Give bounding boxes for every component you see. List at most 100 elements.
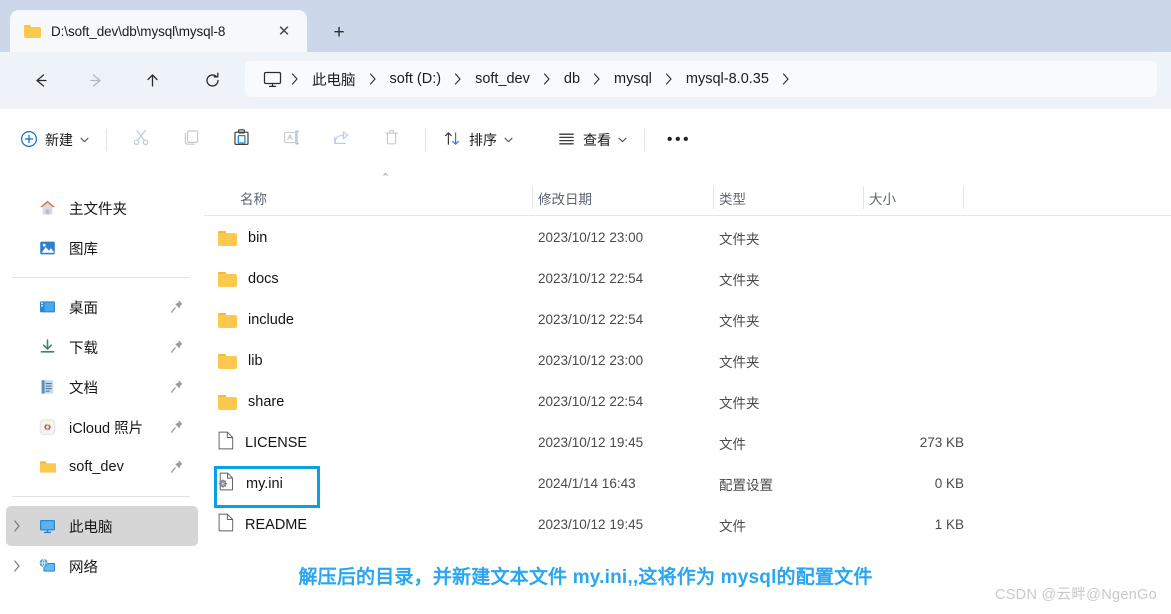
sidebar-item-label: 图库 bbox=[69, 241, 98, 258]
file-date: 2023/10/12 19:45 bbox=[538, 435, 644, 450]
breadcrumb-separator bbox=[445, 73, 471, 85]
sort-button-label: 排序 bbox=[469, 132, 497, 148]
column-divider[interactable] bbox=[863, 186, 864, 209]
command-bar: 新建 排序 查看 ••• bbox=[0, 109, 1171, 171]
new-button-label: 新建 bbox=[45, 132, 73, 148]
address-bar[interactable]: 此电脑 soft (D:) soft_dev db mysql mysql-8.… bbox=[245, 61, 1157, 97]
column-header-size[interactable]: 大小 bbox=[869, 188, 896, 208]
breadcrumb-separator bbox=[584, 73, 610, 85]
table-row[interactable]: my.ini 2024/1/14 16:43 配置设置 0 KB bbox=[204, 463, 1171, 504]
breadcrumb-item-mysql-8035[interactable]: mysql-8.0.35 bbox=[682, 71, 773, 87]
sidebar-item-desktop[interactable]: 桌面 bbox=[6, 287, 198, 327]
cut-button[interactable] bbox=[123, 122, 159, 158]
chevron-right-icon[interactable] bbox=[6, 520, 28, 532]
breadcrumb-item-mysql[interactable]: mysql bbox=[610, 71, 656, 87]
breadcrumb-separator bbox=[534, 73, 560, 85]
pin-icon[interactable] bbox=[170, 419, 184, 439]
table-row[interactable]: lib 2023/10/12 23:00 文件夹 bbox=[204, 340, 1171, 381]
file-date: 2023/10/12 22:54 bbox=[538, 271, 644, 286]
table-row[interactable]: bin 2023/10/12 23:00 文件夹 bbox=[204, 217, 1171, 258]
sort-button[interactable]: 排序 bbox=[435, 122, 521, 158]
sidebar-item-label: soft_dev bbox=[69, 459, 124, 475]
annotation-highlight-box bbox=[214, 466, 320, 508]
pin-icon[interactable] bbox=[170, 299, 184, 319]
forward-button[interactable] bbox=[78, 64, 112, 96]
csdn-watermark: CSDN @云畔@NgenGo bbox=[994, 587, 1157, 603]
view-button[interactable]: 查看 bbox=[549, 122, 635, 158]
file-name-cell: LICENSE bbox=[218, 431, 307, 455]
column-headers: ⌃ 名称 修改日期 类型 大小 bbox=[204, 173, 1171, 216]
gallery-icon bbox=[36, 238, 58, 258]
back-button[interactable] bbox=[24, 64, 58, 96]
view-button-label: 查看 bbox=[583, 132, 611, 148]
up-arrow-icon bbox=[143, 71, 162, 90]
breadcrumb-item-soft-dev[interactable]: soft_dev bbox=[471, 71, 534, 87]
file-type: 文件夹 bbox=[719, 395, 760, 411]
breadcrumb-separator[interactable] bbox=[773, 73, 799, 85]
file-type: 文件夹 bbox=[719, 272, 760, 288]
paste-button[interactable] bbox=[223, 122, 259, 158]
sidebar-item-home[interactable]: 主文件夹 bbox=[6, 188, 198, 228]
table-row[interactable]: LICENSE 2023/10/12 19:45 文件 273 KB bbox=[204, 422, 1171, 463]
refresh-button[interactable] bbox=[195, 64, 229, 96]
table-row[interactable]: include 2023/10/12 22:54 文件夹 bbox=[204, 299, 1171, 340]
up-button[interactable] bbox=[135, 64, 169, 96]
file-size: 273 KB bbox=[919, 435, 964, 450]
file-type: 文件夹 bbox=[719, 313, 760, 329]
column-header-type[interactable]: 类型 bbox=[719, 188, 746, 208]
sidebar-item-gallery[interactable]: 图库 bbox=[6, 228, 198, 268]
folder-icon bbox=[24, 24, 41, 38]
column-header-date[interactable]: 修改日期 bbox=[538, 188, 592, 208]
chevron-down-icon bbox=[504, 135, 513, 145]
refresh-arrow-icon bbox=[203, 71, 222, 90]
breadcrumb-separator bbox=[282, 73, 308, 85]
table-row[interactable]: docs 2023/10/12 22:54 文件夹 bbox=[204, 258, 1171, 299]
more-options-button[interactable]: ••• bbox=[661, 122, 697, 158]
file-size: 1 KB bbox=[934, 517, 964, 532]
copy-button[interactable] bbox=[173, 122, 209, 158]
table-row[interactable]: share 2023/10/12 22:54 文件夹 bbox=[204, 381, 1171, 422]
rename-button[interactable] bbox=[273, 122, 309, 158]
ellipsis-icon: ••• bbox=[666, 131, 692, 148]
breadcrumb-item-this-pc[interactable]: 此电脑 bbox=[308, 69, 360, 90]
file-name-cell: lib bbox=[218, 353, 263, 369]
back-arrow-icon bbox=[32, 71, 51, 90]
new-button[interactable]: 新建 bbox=[12, 122, 97, 158]
sort-arrows-icon bbox=[443, 129, 462, 151]
sidebar-item-this-pc[interactable]: 此电脑 bbox=[6, 506, 198, 546]
downloads-icon bbox=[36, 337, 58, 357]
toolbar-divider bbox=[644, 129, 645, 151]
new-tab-button[interactable]: + bbox=[325, 19, 353, 45]
share-button[interactable] bbox=[323, 122, 359, 158]
monitor-icon[interactable] bbox=[263, 71, 282, 88]
breadcrumb-item-soft-d[interactable]: soft (D:) bbox=[386, 71, 446, 87]
file-name-cell: docs bbox=[218, 271, 279, 287]
table-row[interactable]: README 2023/10/12 19:45 文件 1 KB bbox=[204, 504, 1171, 545]
file-name-cell: share bbox=[218, 394, 284, 410]
toolbar-divider bbox=[425, 129, 426, 151]
file-type: 文件 bbox=[719, 518, 746, 534]
file-name: lib bbox=[248, 352, 263, 369]
column-header-name[interactable]: 名称 bbox=[240, 188, 267, 208]
explorer-tab[interactable]: D:\soft_dev\db\mysql\mysql-8 ✕ bbox=[10, 10, 307, 52]
sidebar-item-label: 主文件夹 bbox=[69, 201, 127, 218]
close-icon[interactable]: ✕ bbox=[275, 22, 293, 40]
column-divider[interactable] bbox=[532, 186, 533, 209]
sidebar-item-soft-dev[interactable]: soft_dev bbox=[6, 447, 198, 487]
sidebar-item-label: 下载 bbox=[69, 340, 98, 357]
column-divider[interactable] bbox=[963, 186, 964, 209]
pin-icon[interactable] bbox=[170, 459, 184, 479]
breadcrumb-separator bbox=[360, 73, 386, 85]
breadcrumb-item-db[interactable]: db bbox=[560, 71, 584, 87]
sidebar-item-downloads[interactable]: 下载 bbox=[6, 327, 198, 367]
pin-icon[interactable] bbox=[170, 339, 184, 359]
folder-icon bbox=[218, 312, 237, 328]
sidebar-item-icloud-photos[interactable]: iCloud 照片 bbox=[6, 407, 198, 447]
pin-icon[interactable] bbox=[170, 379, 184, 399]
column-divider[interactable] bbox=[713, 186, 714, 209]
home-icon bbox=[36, 198, 58, 218]
sidebar-item-documents[interactable]: 文档 bbox=[6, 367, 198, 407]
file-icon bbox=[218, 513, 234, 537]
file-type: 文件夹 bbox=[719, 231, 760, 247]
delete-button[interactable] bbox=[373, 122, 409, 158]
